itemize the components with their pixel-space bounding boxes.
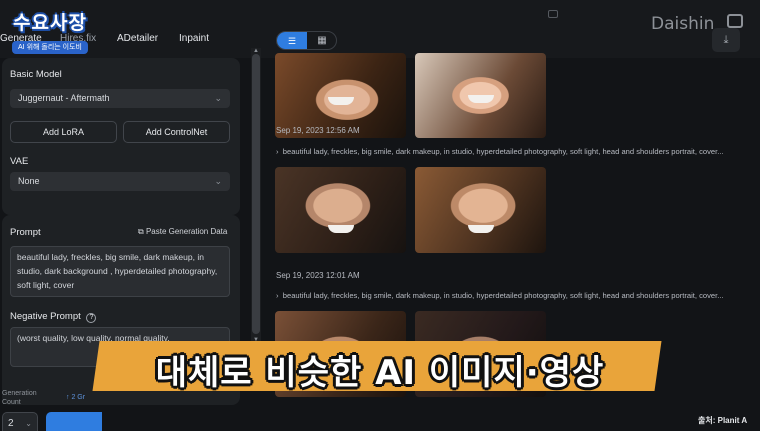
chevron-down-icon: ⌄ bbox=[25, 419, 32, 428]
image-detail bbox=[468, 225, 494, 233]
group-prompt[interactable]: › beautiful lady, freckles, big smile, d… bbox=[276, 147, 724, 156]
chevron-right-icon: › bbox=[276, 291, 279, 300]
paste-generation-data-button[interactable]: ⧉ Paste Generation Data bbox=[138, 227, 227, 237]
gallery-image[interactable] bbox=[415, 167, 546, 253]
generation-hint: ↑ 2 Gr bbox=[66, 394, 86, 401]
generate-button[interactable] bbox=[46, 412, 102, 431]
group-prompt-text: beautiful lady, freckles, big smile, dar… bbox=[282, 291, 724, 300]
generation-count-label: Generation Count bbox=[2, 390, 37, 406]
generation-count-value: 2 bbox=[8, 418, 14, 429]
add-lora-button[interactable]: Add LoRA bbox=[10, 121, 117, 143]
basic-model-value: Juggernaut - Aftermath bbox=[18, 93, 110, 103]
prompt-label: Prompt bbox=[10, 227, 41, 238]
group-prompt-text: beautiful lady, freckles, big smile, dar… bbox=[282, 147, 724, 156]
basic-model-select[interactable]: Juggernaut - Aftermath ⌄ bbox=[10, 89, 230, 108]
tab-adetailer[interactable]: ADetailer bbox=[117, 33, 158, 44]
paste-generation-data-label: Paste Generation Data bbox=[145, 227, 228, 236]
settings-scrollbar[interactable]: ▲ ▼ bbox=[251, 48, 261, 343]
prompt-textarea[interactable]: beautiful lady, freckles, big smile, dar… bbox=[10, 246, 230, 297]
view-toggle[interactable]: ☰ ▦ bbox=[276, 31, 337, 50]
gallery-image[interactable] bbox=[415, 53, 546, 138]
grid-icon: ▦ bbox=[317, 35, 327, 46]
source-credit: 출처: Planit A bbox=[698, 416, 748, 425]
chevron-down-icon: ⌄ bbox=[214, 176, 222, 186]
negative-prompt-label: Negative Prompt ? bbox=[10, 311, 97, 323]
logo-subtitle: AI 위해 돌리는 이도비 bbox=[12, 41, 88, 54]
model-card: Basic Model Juggernaut - Aftermath ⌄ Add… bbox=[2, 58, 240, 215]
group-timestamp: Sep 19, 2023 12:01 AM bbox=[276, 271, 360, 280]
vae-select[interactable]: None ⌄ bbox=[10, 172, 230, 191]
group-timestamp: Sep 19, 2023 12:56 AM bbox=[276, 126, 360, 135]
grid-view-button[interactable]: ▦ bbox=[307, 32, 336, 49]
channel-logo: 수요사장 AI 위해 돌리는 이도비 bbox=[8, 8, 92, 54]
question-icon[interactable]: ? bbox=[86, 313, 97, 323]
image-detail bbox=[328, 97, 354, 105]
add-controlnet-button[interactable]: Add ControlNet bbox=[123, 121, 230, 143]
list-view-button[interactable]: ☰ bbox=[277, 32, 307, 49]
vae-label: VAE bbox=[10, 156, 29, 167]
scrollbar-thumb[interactable] bbox=[252, 54, 260, 334]
list-icon: ☰ bbox=[287, 36, 297, 46]
image-detail bbox=[328, 225, 354, 233]
clipboard-icon: ⧉ bbox=[138, 227, 144, 236]
logo-title: 수요사장 bbox=[13, 12, 87, 34]
chevron-right-icon: › bbox=[276, 147, 279, 156]
basic-model-label: Basic Model bbox=[10, 69, 62, 80]
video-caption: 대체로 비슷한 AI 이미지·영상 bbox=[155, 353, 605, 393]
negative-prompt-text: Negative Prompt bbox=[10, 311, 81, 322]
generation-count-select[interactable]: 2 ⌄ bbox=[2, 412, 38, 431]
gallery-image[interactable] bbox=[275, 167, 406, 253]
vae-value: None bbox=[18, 176, 40, 186]
chevron-down-icon: ⌄ bbox=[214, 93, 222, 103]
tab-inpaint[interactable]: Inpaint bbox=[179, 33, 209, 44]
image-detail bbox=[468, 95, 494, 103]
window-icon bbox=[548, 10, 558, 18]
group-prompt[interactable]: › beautiful lady, freckles, big smile, d… bbox=[276, 291, 724, 300]
